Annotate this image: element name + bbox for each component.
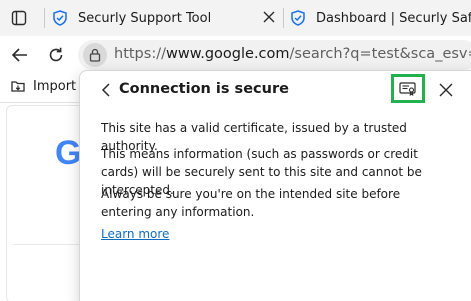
refresh-icon[interactable]: [43, 43, 69, 67]
address-bar[interactable]: https://www.google.com/search?q=test&sca…: [78, 40, 471, 70]
chevron-left-icon[interactable]: [96, 80, 116, 100]
site-info-popup: Connection is secure This site has a val…: [79, 70, 471, 301]
shield-icon: [290, 10, 306, 26]
intended-site-text: Always be sure you're on the intended si…: [101, 187, 401, 219]
back-arrow-icon[interactable]: [7, 43, 33, 67]
tab-title: Securly Support Tool: [78, 10, 212, 26]
close-icon[interactable]: [436, 80, 456, 100]
browser-window: Securly Support Tool Dashboard | Securly…: [0, 0, 471, 301]
lock-icon[interactable]: [83, 43, 107, 67]
url-path: /search?q=test&sca_esv=05f7f92: [289, 46, 471, 62]
toolbar: https://www.google.com/search?q=test&sca…: [0, 36, 471, 74]
close-icon[interactable]: [261, 9, 277, 25]
import-favorites-icon: [11, 81, 25, 92]
learn-more-link[interactable]: Learn more: [101, 227, 169, 241]
tab-actions-icon[interactable]: [8, 7, 30, 29]
google-logo-g: G: [55, 134, 82, 172]
tab-dashboard[interactable]: Dashboard | Securly Safety Co: [290, 3, 471, 33]
tab-securly-support-tool[interactable]: Securly Support Tool: [52, 3, 258, 33]
tab-strip: Securly Support Tool Dashboard | Securly…: [0, 0, 471, 36]
url-host: www.google.com: [165, 46, 290, 62]
certificate-button[interactable]: [391, 74, 425, 103]
tab-separator: [283, 8, 284, 28]
tab-title: Dashboard | Securly Safety Co: [316, 10, 471, 26]
shield-icon: [52, 10, 68, 26]
url-text[interactable]: https://www.google.com/search?q=test&sca…: [114, 46, 471, 62]
certificate-icon: [399, 81, 416, 96]
url-prefix: https://: [114, 46, 166, 62]
tab-separator: [44, 8, 45, 28]
popup-title: Connection is secure: [119, 81, 289, 97]
